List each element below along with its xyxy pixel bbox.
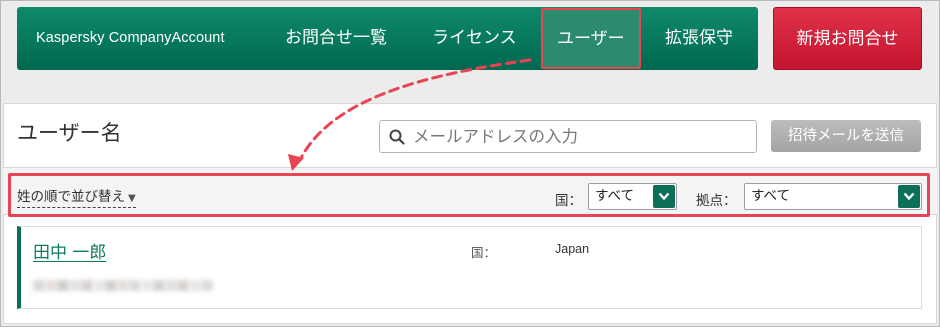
user-country-value: Japan — [555, 242, 590, 256]
user-country-label: 国： — [471, 245, 497, 260]
sort-down-arrow-icon: ▼ — [128, 193, 136, 204]
nav-item-inquiries[interactable]: お問合せ一覧 — [285, 7, 387, 70]
chevron-down-icon — [653, 185, 675, 208]
new-inquiry-button[interactable]: 新規お問合せ — [773, 7, 922, 70]
sort-label: 姓の順で並び替え — [17, 189, 125, 205]
sort-by-surname-toggle[interactable]: 姓の順で並び替え ▼ — [17, 189, 136, 208]
user-name-link[interactable]: 田中 一郎 — [33, 238, 106, 263]
redacted-email — [33, 280, 213, 291]
location-filter-label: 拠点： — [696, 193, 737, 209]
email-search-input[interactable] — [413, 121, 748, 152]
country-select[interactable]: すべて — [588, 183, 677, 210]
country-select-value: すべて — [595, 188, 635, 204]
send-invite-button[interactable]: 招待メールを送信 — [771, 120, 921, 152]
user-list-item — [17, 226, 922, 309]
location-select-value: すべて — [751, 188, 791, 204]
brand-logo[interactable]: Kaspersky CompanyAccount — [36, 7, 225, 70]
search-icon — [389, 129, 405, 145]
top-nav: Kaspersky CompanyAccount お問合せ一覧 ライセンス ユー… — [17, 7, 758, 70]
nav-item-licenses[interactable]: ライセンス — [432, 7, 517, 70]
chevron-down-icon — [898, 185, 920, 208]
nav-item-users[interactable]: ユーザー — [541, 8, 641, 69]
page-title: ユーザー名 — [17, 121, 122, 145]
location-select[interactable]: すべて — [744, 183, 922, 210]
nav-item-extended-maintenance[interactable]: 拡張保守 — [665, 7, 733, 70]
email-search-box[interactable] — [379, 120, 757, 153]
country-filter-label: 国： — [555, 193, 582, 209]
